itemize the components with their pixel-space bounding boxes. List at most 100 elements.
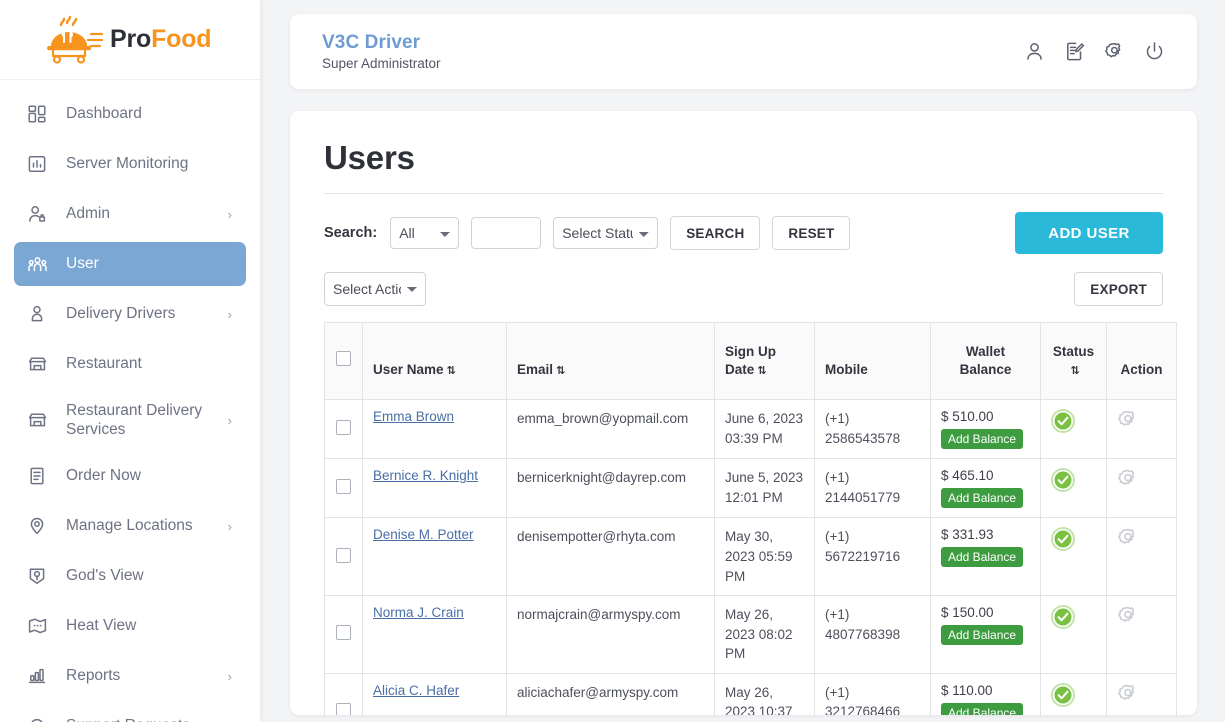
row-action-gear-icon[interactable] [1117,409,1139,434]
cell-wallet-balance: $ 510.00 Add Balance [930,399,1041,460]
edit-document-icon[interactable] [1064,41,1085,62]
chevron-right-icon: › [228,719,232,722]
column-label: User Name [373,362,444,378]
user-name-link[interactable]: Denise M. Potter [373,527,474,542]
row-checkbox[interactable] [336,420,351,436]
users-table: User Name ⇅ Email ⇅ Sign Up Date ⇅ Mobile W [324,321,1177,715]
row-select-cell [324,672,363,715]
add-balance-button[interactable]: Add Balance [941,429,1024,450]
cell-mobile: (+1) 2144051779 [814,458,931,519]
users-group-icon [28,255,54,273]
row-action-gear-icon[interactable] [1117,468,1139,493]
cell-wallet-balance: $ 150.00 Add Balance [930,595,1041,674]
brand-logo[interactable]: ProFood [0,0,260,80]
table-row: Alicia C. Hafer aliciachafer@armyspy.com… [324,672,1177,715]
settings-gear-icon[interactable] [1104,41,1125,62]
search-input[interactable] [471,217,542,249]
users-table-body: Emma Brown emma_brown@yopmail.com June 6… [324,399,1177,715]
cell-signup-date: June 6, 2023 03:39 PM [714,399,815,460]
sidebar-item-order-now[interactable]: Order Now [14,454,246,498]
profile-icon[interactable] [1024,41,1045,62]
row-action-gear-icon[interactable] [1117,605,1139,630]
column-label: Wallet Balance [959,344,1012,378]
sidebar-item-admin[interactable]: Admin › [14,192,246,236]
status-active-icon[interactable] [1051,468,1075,495]
add-balance-button[interactable]: Add Balance [941,625,1024,646]
status-active-icon[interactable] [1051,605,1075,632]
sidebar-item-support-requests[interactable]: Support Requests › [14,704,246,722]
sidebar-item-heat-view[interactable]: Heat View [14,604,246,648]
add-balance-button[interactable]: Add Balance [941,488,1024,509]
sidebar-item-restaurant[interactable]: Restaurant [14,342,246,386]
column-header-mobile: Mobile [814,321,931,401]
user-name-link[interactable]: Alicia C. Hafer [373,683,459,698]
cell-wallet-balance: $ 465.10 Add Balance [930,458,1041,519]
add-balance-button[interactable]: Add Balance [941,547,1024,568]
bulk-action-select[interactable]: Select Action [324,272,426,306]
map-pin-icon [28,517,54,535]
sidebar-item-label: Server Monitoring [66,155,189,173]
column-header-signup-date[interactable]: Sign Up Date ⇅ [714,321,815,401]
select-all-checkbox[interactable] [336,351,351,367]
sidebar-item-gods-view[interactable]: God's View [14,554,246,598]
row-checkbox[interactable] [336,625,351,641]
sidebar-item-label: Reports [66,667,121,685]
status-filter-select[interactable]: Select Status [553,217,659,249]
cell-status [1040,458,1107,519]
cell-user-name: Bernice R. Knight [362,458,507,519]
search-field-select[interactable]: All [390,217,460,249]
cell-email: emma_brown@yopmail.com [506,399,715,460]
column-header-email[interactable]: Email ⇅ [506,321,715,401]
user-name-link[interactable]: Bernice R. Knight [373,468,478,483]
add-balance-button[interactable]: Add Balance [941,702,1024,715]
sidebar-item-label: Support Requests [66,716,222,722]
column-header-status[interactable]: Status ⇅ [1040,321,1107,401]
status-active-icon[interactable] [1051,682,1075,710]
export-button[interactable]: EXPORT [1074,272,1163,306]
sidebar-item-manage-locations[interactable]: Manage Locations › [14,504,246,548]
table-row: Emma Brown emma_brown@yopmail.com June 6… [324,399,1177,460]
storefront-icon [28,355,54,373]
users-panel: Users Search: All Select Status SEARCH R… [290,111,1197,715]
sidebar-item-reports[interactable]: Reports › [14,654,246,698]
row-select-cell [324,595,363,674]
sidebar-nav: Dashboard Server Monitoring Admin › User… [0,80,260,722]
topbar-identity: V3C Driver Super Administrator [322,32,1024,71]
sidebar-item-user[interactable]: User [14,242,246,286]
row-select-cell [324,399,363,460]
status-active-icon[interactable] [1051,409,1075,436]
cell-mobile: (+1) 5672219716 [814,517,931,597]
cell-status [1040,399,1107,460]
cell-email: aliciachafer@armyspy.com [506,672,715,715]
sort-icon: ⇅ [757,365,767,378]
sidebar-item-delivery-drivers[interactable]: Delivery Drivers › [14,292,246,336]
sidebar-item-label: Dashboard [66,105,142,123]
status-active-icon[interactable] [1051,527,1075,554]
sidebar-item-label: Restaurant Delivery Services [66,401,203,438]
topbar-title: V3C Driver [322,32,421,53]
column-header-user-name[interactable]: User Name ⇅ [362,321,507,401]
filter-bar: Search: All Select Status SEARCH RESET A… [324,212,1163,254]
sidebar-item-restaurant-delivery-services[interactable]: Restaurant Delivery Services › [14,392,246,448]
add-user-button[interactable]: ADD USER [1015,212,1163,254]
row-checkbox[interactable] [336,479,351,495]
cell-signup-date: May 26, 2023 08:02 PM [714,595,815,674]
user-name-link[interactable]: Emma Brown [373,409,454,424]
sidebar-item-server-monitoring[interactable]: Server Monitoring [14,142,246,186]
main-area: V3C Driver Super Administrator Users Sea… [260,0,1225,722]
search-button[interactable]: SEARCH [670,216,761,250]
sidebar-item-label: Delivery Drivers [66,305,176,323]
chevron-right-icon: › [227,518,232,534]
row-action-gear-icon[interactable] [1117,527,1139,552]
brand-name-food: Food [151,25,212,53]
power-logout-icon[interactable] [1144,41,1165,62]
user-name-link[interactable]: Norma J. Crain [373,605,464,620]
reset-button[interactable]: RESET [772,216,851,250]
food-cart-cloche-icon [44,14,106,66]
row-checkbox[interactable] [336,703,351,715]
sidebar-item-dashboard[interactable]: Dashboard [14,92,246,136]
sidebar-item-label: Heat View [66,617,137,635]
row-checkbox[interactable] [336,547,351,563]
row-action-gear-icon[interactable] [1117,683,1139,708]
column-label: Action [1120,362,1163,378]
